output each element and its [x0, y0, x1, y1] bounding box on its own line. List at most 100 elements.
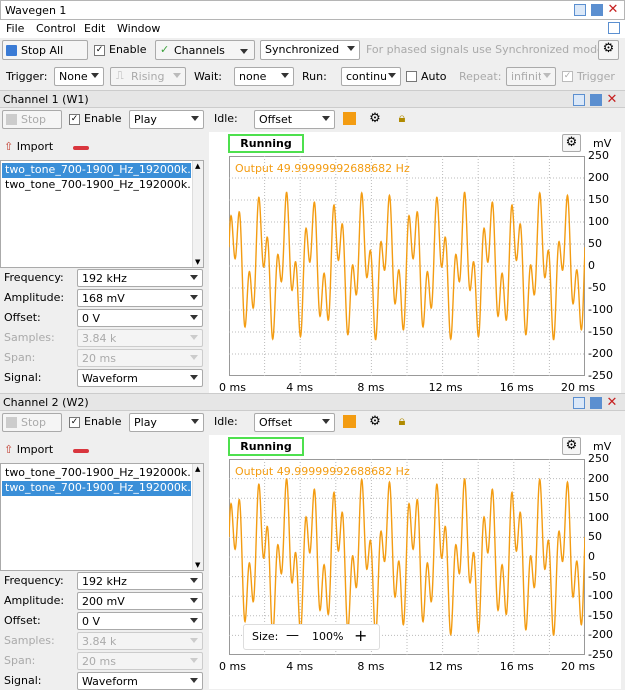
enable-checkbox[interactable]: ✓: [94, 45, 105, 56]
y-tick-label: 100: [588, 510, 609, 524]
menu-edit[interactable]: Edit: [84, 22, 105, 35]
chevron-down-icon: [281, 73, 289, 78]
float-window-icon[interactable]: [608, 22, 620, 34]
gear-icon: ⚙: [565, 438, 578, 453]
repeat-input[interactable]: infinite: [506, 67, 556, 86]
menu-window[interactable]: Window: [117, 22, 160, 35]
menu-control[interactable]: Control: [36, 22, 76, 35]
lock-icon[interactable]: 🔒︎: [393, 111, 411, 127]
param-input[interactable]: 168 mV: [77, 289, 203, 307]
trigger-value: None: [59, 70, 88, 83]
chevron-down-icon: [191, 419, 199, 424]
y-tick-label: -100: [588, 303, 613, 316]
chevron-down-icon: [190, 295, 198, 300]
chevron-down-icon: [190, 658, 198, 663]
param-label: Offset:: [4, 614, 41, 627]
list-scrollbar[interactable]: ▲ ▼: [192, 464, 203, 570]
param-input[interactable]: 0 V: [77, 309, 203, 327]
restore-icon[interactable]: [573, 94, 585, 106]
maximize-icon[interactable]: [590, 94, 602, 106]
plot-settings-button[interactable]: ⚙: [562, 134, 581, 152]
auto-checkbox[interactable]: [406, 71, 417, 82]
enable-checkbox[interactable]: ✓: [69, 114, 80, 125]
file-list-item[interactable]: two_tone_700-1900_Hz_192000k...: [2, 178, 191, 193]
file-list-item[interactable]: two_tone_700-1900_Hz_192000k...: [2, 481, 191, 496]
param-input[interactable]: 3.84 k: [77, 632, 203, 650]
chevron-down-icon: [322, 116, 330, 121]
idle-label: Idle:: [214, 112, 238, 125]
run-label: Run:: [302, 70, 327, 83]
param-input[interactable]: 0 V: [77, 612, 203, 630]
gear-icon[interactable]: ⚙: [366, 414, 384, 430]
maximize-icon[interactable]: [591, 4, 603, 16]
gear-icon[interactable]: ⚙: [366, 111, 384, 127]
y-tick-label: -50: [588, 569, 606, 583]
param-input[interactable]: 20 ms: [77, 652, 203, 670]
stop-button[interactable]: Stop: [2, 110, 62, 129]
channel-title: Channel 1 (W1): [3, 93, 89, 106]
remove-icon[interactable]: [73, 449, 89, 453]
param-input[interactable]: Waveform: [77, 369, 203, 387]
edge-value: Rising: [131, 70, 165, 83]
menu-file[interactable]: File: [6, 22, 24, 35]
chevron-down-icon: [190, 618, 198, 623]
remove-icon[interactable]: [73, 146, 89, 150]
param-input[interactable]: 200 mV: [77, 592, 203, 610]
restore-icon[interactable]: [574, 4, 586, 16]
close-icon[interactable]: ✕: [607, 3, 619, 16]
param-input[interactable]: 3.84 k: [77, 329, 203, 347]
mode-select[interactable]: Play: [129, 110, 204, 129]
waveform-plot[interactable]: [229, 156, 585, 376]
plot-settings-button[interactable]: ⚙: [562, 437, 581, 455]
import-button[interactable]: ⇧ Import: [4, 443, 53, 456]
sync-mode-select[interactable]: Synchronized: [260, 40, 360, 60]
close-icon[interactable]: ✕: [606, 396, 618, 409]
edge-select[interactable]: Rising ⎍: [110, 67, 186, 86]
param-input[interactable]: 192 kHz: [77, 269, 203, 287]
file-list-item[interactable]: two_tone_700-1900_Hz_192000k...: [2, 466, 191, 481]
wait-input[interactable]: none: [234, 67, 294, 86]
channel-header: Channel 1 (W1) ✕: [0, 90, 625, 108]
trigger-checkbox[interactable]: ✓: [562, 71, 573, 82]
param-value: 200 mV: [82, 595, 125, 608]
stop-icon: [6, 45, 17, 56]
enable-checkbox[interactable]: ✓: [69, 417, 80, 428]
stop-button[interactable]: Stop: [2, 413, 62, 432]
chevron-down-icon: [190, 638, 198, 643]
zoom-in-button[interactable]: +: [354, 626, 367, 645]
enable-label: Enable: [84, 112, 122, 125]
idle-select[interactable]: Offset: [254, 413, 335, 432]
stop-all-button[interactable]: Stop All: [2, 40, 88, 60]
idle-color-swatch[interactable]: [343, 415, 356, 428]
param-value: Waveform: [82, 372, 138, 385]
mode-select[interactable]: Play: [129, 413, 204, 432]
chevron-down-icon: [190, 355, 198, 360]
stop-label: Stop: [21, 416, 47, 429]
maximize-icon[interactable]: [590, 397, 602, 409]
idle-color-swatch[interactable]: [343, 112, 356, 125]
lock-icon[interactable]: 🔒︎: [393, 414, 411, 430]
trigger-select[interactable]: None: [54, 67, 104, 86]
size-value: 100%: [312, 630, 344, 643]
idle-select[interactable]: Offset: [254, 110, 335, 129]
channel-2-panel: Channel 2 (W2) ✕ Stop ✓ Enable Play Idle…: [0, 393, 625, 690]
param-label: Samples:: [4, 634, 55, 647]
file-list-item[interactable]: two_tone_700-1900_Hz_192000k...: [2, 163, 191, 178]
sync-hint: For phased signals use Synchronized mode…: [366, 43, 608, 56]
settings-button[interactable]: ⚙: [598, 40, 619, 60]
zoom-out-button[interactable]: —: [286, 628, 299, 643]
param-input[interactable]: 192 kHz: [77, 572, 203, 590]
run-input[interactable]: continu: [341, 67, 401, 86]
param-input[interactable]: 20 ms: [77, 349, 203, 367]
channels-dropdown[interactable]: ✓ Channels: [155, 40, 255, 60]
chevron-down-icon: [190, 315, 198, 320]
file-list: two_tone_700-1900_Hz_192000k... two_tone…: [0, 463, 204, 571]
list-scrollbar[interactable]: ▲ ▼: [192, 161, 203, 267]
param-label: Frequency:: [4, 271, 64, 284]
chevron-down-icon: [347, 46, 355, 51]
import-button[interactable]: ⇧ Import: [4, 140, 53, 153]
restore-icon[interactable]: [573, 397, 585, 409]
close-icon[interactable]: ✕: [606, 93, 618, 106]
idle-label: Idle:: [214, 415, 238, 428]
chevron-down-icon: [543, 73, 551, 78]
